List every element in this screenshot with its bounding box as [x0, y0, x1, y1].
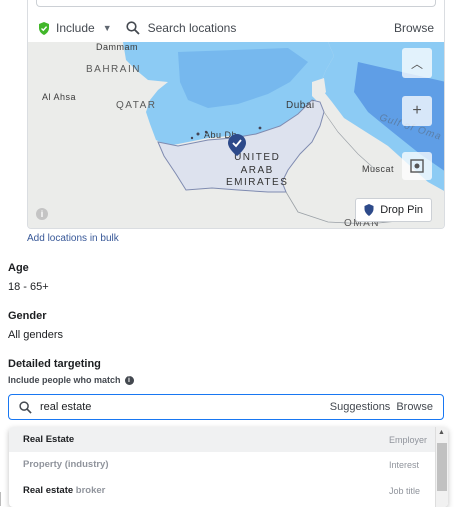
map-label-qatar: QATAR: [116, 100, 157, 111]
map-info-icon[interactable]: i: [36, 208, 48, 220]
collapse-map-button[interactable]: ︿: [402, 48, 432, 78]
detailed-targeting-input[interactable]: real estate: [40, 401, 330, 413]
map-label-al-ahsa: Al Ahsa: [42, 92, 77, 102]
result-name: Real estate broker: [23, 485, 105, 496]
map-label-dubai: Dubai: [286, 100, 315, 111]
include-shield-icon: [39, 21, 49, 35]
locate-button[interactable]: [402, 152, 432, 180]
detailed-targeting-label: Detailed targeting: [8, 358, 101, 370]
drop-pin-button[interactable]: Drop Pin: [355, 198, 432, 222]
gender-value[interactable]: All genders: [8, 329, 63, 341]
location-search-bar: Include ▼ Search locations Browse: [28, 15, 444, 41]
search-icon: [19, 400, 32, 414]
detailed-targeting-browse-button[interactable]: Browse: [396, 401, 433, 413]
gender-label: Gender: [8, 310, 47, 322]
selected-location-pin-icon[interactable]: [228, 134, 246, 156]
result-name-rest: broker: [73, 485, 106, 496]
include-dropdown[interactable]: Include ▼: [38, 21, 112, 35]
result-name: Real Estate: [23, 434, 75, 445]
drop-pin-label: Drop Pin: [380, 204, 423, 216]
include-people-match-text: Include people who match: [8, 375, 121, 385]
suggestions-button[interactable]: Suggestions: [330, 401, 391, 413]
result-name-match: Real estate: [23, 485, 74, 496]
age-value[interactable]: 18 - 65+: [8, 281, 49, 293]
chevron-up-icon: ︿: [410, 56, 423, 71]
result-type: Job title: [389, 485, 421, 496]
map-label-dammam: Dammam: [96, 42, 139, 52]
list-item[interactable]: Real Estate Employer: [9, 427, 435, 452]
search-icon: [126, 21, 140, 35]
include-people-match-label: Include people who match i: [8, 375, 134, 385]
age-label: Age: [8, 262, 29, 274]
result-type: Employer: [389, 434, 428, 445]
scroll-thumb[interactable]: [437, 443, 447, 491]
zoom-in-button[interactable]: +: [402, 96, 432, 126]
plus-icon: +: [412, 102, 422, 119]
previous-field-edge: [36, 0, 436, 7]
result-name: Property (industry): [23, 459, 109, 470]
result-type: Interest: [389, 459, 420, 470]
map-label-muscat: Muscat: [362, 164, 395, 174]
map-label-uae: UNITED ARAB EMIRATES: [226, 152, 288, 190]
info-icon[interactable]: i: [124, 375, 134, 385]
location-panel: Include ▼ Search locations Browse Dammam…: [27, 0, 445, 229]
drop-pin-icon: [364, 204, 374, 216]
location-browse-button[interactable]: Browse: [394, 21, 434, 35]
add-locations-bulk-link[interactable]: Add locations in bulk: [27, 233, 119, 244]
scroll-up-arrow-icon[interactable]: ▲: [438, 429, 445, 436]
chevron-down-icon: ▼: [102, 23, 112, 33]
location-map[interactable]: Dammam BAHRAIN Al Ahsa QATAR Abu Dh Duba…: [28, 42, 444, 228]
location-search-input[interactable]: Search locations: [148, 21, 394, 35]
map-label-uae-line3: EMIRATES: [226, 177, 289, 188]
detailed-targeting-search[interactable]: real estate Suggestions Browse: [8, 394, 444, 420]
targeting-suggestions-dropdown: Real Estate Employer Property (industry)…: [9, 427, 448, 507]
map-label-uae-line2: ARAB: [240, 164, 274, 176]
map-label-bahrain: BAHRAIN: [86, 64, 141, 75]
hidden-field-edge: [0, 492, 4, 506]
list-item[interactable]: Real estate broker Job title: [9, 478, 435, 503]
list-item[interactable]: Property (industry) Interest: [9, 452, 435, 477]
dropdown-scrollbar[interactable]: ▲: [435, 427, 448, 507]
include-label: Include: [56, 21, 95, 35]
locate-icon: [410, 159, 424, 173]
